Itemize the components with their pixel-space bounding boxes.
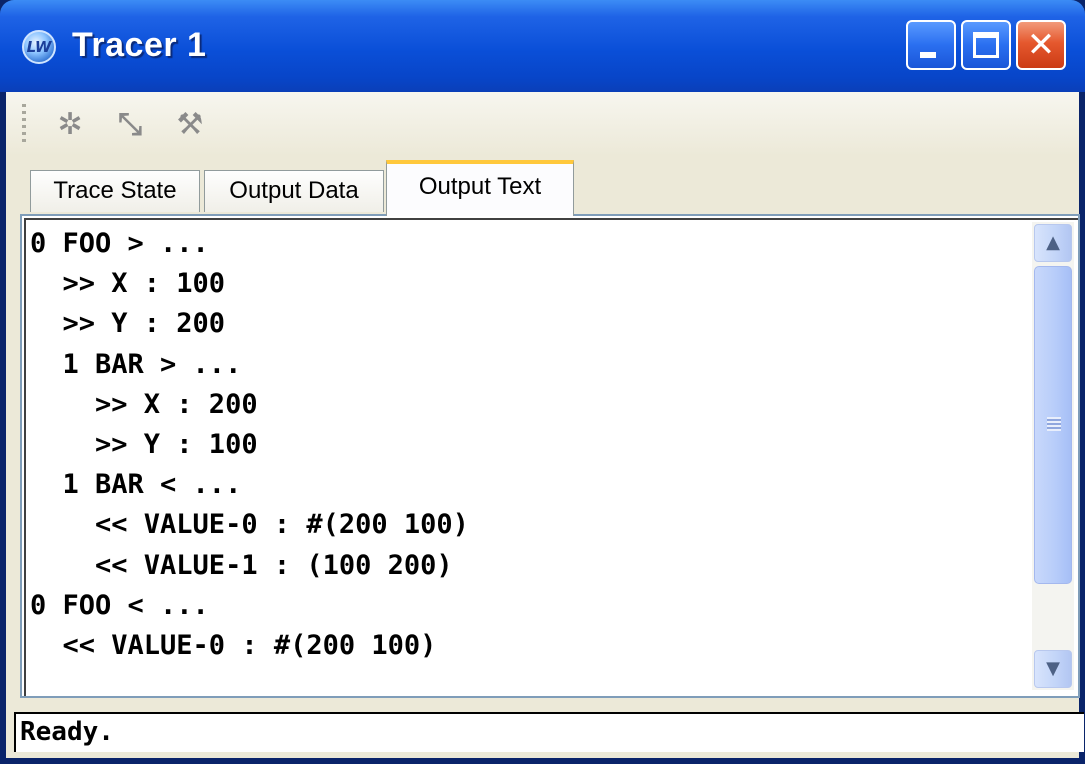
tab-output-text[interactable]: Output Text	[386, 160, 574, 216]
minimize-button[interactable]	[906, 20, 956, 70]
scroll-up-button[interactable]: ▲	[1034, 224, 1072, 262]
title-bar[interactable]: LW Tracer 1 ✕	[0, 0, 1085, 92]
output-line: 1 BAR < ...	[30, 469, 242, 501]
output-line: 1 BAR > ...	[30, 348, 242, 380]
output-line: >> X : 200	[30, 388, 258, 420]
output-line: 0 FOO > ...	[30, 228, 209, 259]
close-button[interactable]: ✕	[1016, 20, 1066, 70]
trace-step-button[interactable]: ⤡	[110, 106, 150, 144]
vertical-scrollbar[interactable]: ▲ ▼	[1032, 222, 1074, 690]
maximize-icon	[973, 32, 999, 58]
trace-clear-icon: ⚒	[176, 107, 204, 142]
scroll-down-button[interactable]: ▼	[1034, 650, 1072, 688]
trace-toggle-button[interactable]: ✲	[50, 106, 90, 144]
maximize-button[interactable]	[961, 20, 1011, 70]
status-bar: Ready.	[14, 712, 1084, 752]
window-title: Tracer 1	[72, 26, 207, 64]
trace-output-text[interactable]: 0 FOO > ... >> X : 100 >> Y : 200 1 BAR …	[30, 224, 1010, 684]
close-icon: ✕	[1026, 25, 1056, 65]
chevron-down-icon: ▼	[1046, 658, 1060, 679]
output-line: >> X : 100	[30, 268, 226, 300]
trace-step-icon: ⤡	[118, 107, 142, 142]
minimize-icon	[920, 52, 936, 58]
trace-toggle-icon: ✲	[57, 107, 83, 142]
toolbar-grip[interactable]	[22, 104, 26, 146]
output-line: >> Y : 200	[30, 308, 226, 340]
chevron-up-icon: ▲	[1046, 232, 1060, 253]
scrollbar-thumb[interactable]	[1034, 266, 1072, 584]
tab-trace-state[interactable]: Trace State	[30, 170, 200, 212]
thumb-grip	[1047, 417, 1061, 431]
output-line: << VALUE-1 : (100 200)	[30, 549, 453, 581]
trace-clear-button[interactable]: ⚒	[170, 106, 210, 144]
tracer-window: LW Tracer 1 ✕ ✲ ⤡ ⚒ Trace State Output D…	[0, 0, 1085, 764]
status-text: Ready.	[20, 717, 114, 747]
app-icon[interactable]: LW	[22, 30, 56, 64]
output-line: 0 FOO < ...	[30, 589, 209, 621]
tab-output-data[interactable]: Output Data	[204, 170, 384, 212]
output-text-panel[interactable]: 0 FOO > ... >> X : 100 >> Y : 200 1 BAR …	[20, 214, 1080, 698]
output-line: >> Y : 100	[30, 429, 258, 461]
output-line: << VALUE-0 : #(200 100)	[30, 509, 469, 541]
window-body: ✲ ⤡ ⚒ Trace State Output Data Output Tex…	[6, 92, 1084, 758]
output-line: << VALUE-0 : #(200 100)	[30, 630, 437, 662]
toolbar: ✲ ⤡ ⚒	[6, 92, 1079, 156]
tab-strip: Trace State Output Data Output Text	[6, 156, 1079, 216]
